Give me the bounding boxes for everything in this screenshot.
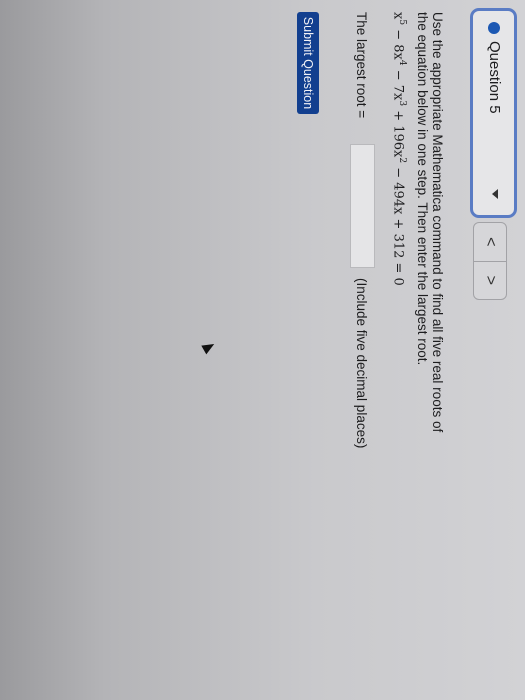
answer-hint: (Include five decimal places) (354, 278, 369, 449)
screen: Question 5 < > Use the appropriate Mathe… (0, 0, 525, 700)
equation-term: − 494x + 312 = 0 (390, 163, 406, 286)
question-nav: < > (473, 222, 507, 300)
status-dot-icon (488, 22, 500, 34)
question-instruction: Use the appropriate Mathematica command … (415, 12, 445, 433)
equation: x5 − 8x4 − 7x3 + 196x2 − 494x + 312 = 0 (391, 12, 407, 286)
chevron-down-icon (492, 189, 498, 199)
answer-input[interactable] (350, 144, 375, 268)
equation-term: − 8x (390, 25, 406, 60)
submit-question-button[interactable]: Submit Question (297, 12, 319, 114)
next-question-button[interactable]: > (474, 260, 506, 299)
mouse-cursor-icon (201, 339, 217, 355)
equation-term: + 196x (390, 106, 406, 158)
answer-label: The largest root = (354, 12, 369, 119)
equation-term: − 7x (390, 65, 406, 101)
question-panel: Question 5 < > Use the appropriate Mathe… (0, 0, 525, 700)
question-label: Question 5 (486, 41, 503, 114)
question-selector[interactable]: Question 5 (470, 8, 517, 218)
previous-question-button[interactable]: < (474, 223, 506, 261)
